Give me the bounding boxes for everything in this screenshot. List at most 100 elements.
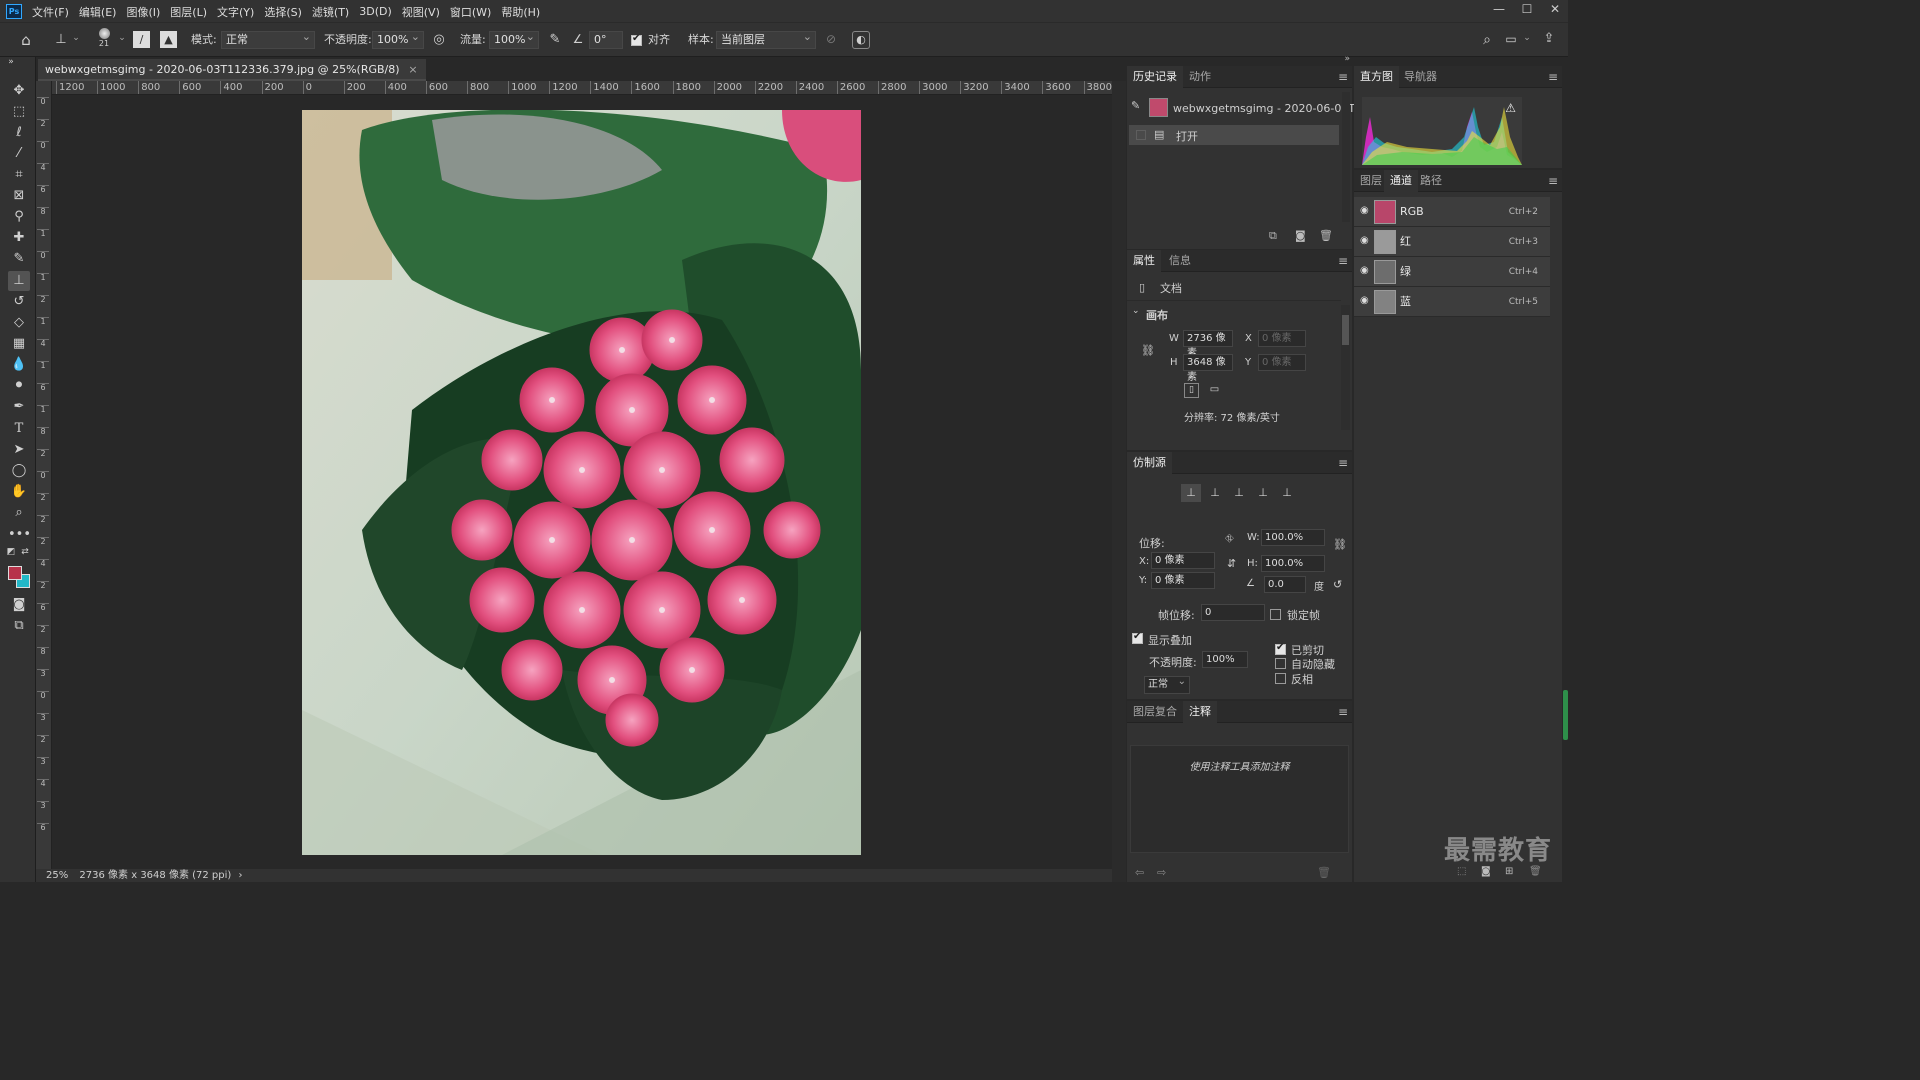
collapse-section-icon[interactable]: ⌄ xyxy=(1132,306,1140,316)
tab-paths[interactable]: 路径 xyxy=(1414,170,1448,192)
delete-channel-icon[interactable]: 🗑 xyxy=(1529,866,1542,877)
menu-image[interactable]: 图像(I) xyxy=(126,4,160,20)
crop-tool-icon[interactable]: ⌗ xyxy=(8,165,30,185)
auto-hide-checkbox[interactable] xyxy=(1275,658,1286,669)
menu-layer[interactable]: 图层(L) xyxy=(170,4,207,20)
sample-select[interactable]: 当前图层 xyxy=(716,29,816,49)
history-state-checkbox[interactable] xyxy=(1136,130,1146,140)
tab-properties[interactable]: 属性 xyxy=(1127,250,1161,272)
document-tab[interactable]: webwxgetmsgimg - 2020-06-03T112336.379.j… xyxy=(38,59,426,81)
menu-edit[interactable]: 编辑(E) xyxy=(79,4,117,20)
menu-filter[interactable]: 滤镜(T) xyxy=(312,4,349,20)
mode-select[interactable]: 正常 xyxy=(221,29,315,49)
channel-row-rgb[interactable]: ◉ RGB Ctrl+2 xyxy=(1354,197,1550,227)
load-selection-icon[interactable]: ⬚ xyxy=(1457,866,1466,877)
history-snapshot-name[interactable]: webwxgetmsgimg - 2020-06-03T... xyxy=(1173,102,1364,115)
horizontal-ruler[interactable]: 1200 1000 800 600 400 200 0 200 400 600 800 1000 120… xyxy=(52,81,1112,95)
hand-tool-icon[interactable]: ✋ xyxy=(8,482,30,502)
menu-file[interactable]: 文件(F) xyxy=(32,4,69,20)
aligned-checkbox[interactable] xyxy=(631,33,642,46)
path-selection-tool-icon[interactable]: ➤ xyxy=(8,440,30,460)
panel-menu-icon[interactable]: ≡ xyxy=(1338,66,1348,88)
offset-x-input[interactable]: 0 像素 xyxy=(1151,552,1215,569)
tab-history[interactable]: 历史记录 xyxy=(1127,66,1183,88)
channel-row-blue[interactable]: ◉ 蓝 Ctrl+5 xyxy=(1354,287,1550,317)
panel-menu-icon[interactable]: ≡ xyxy=(1338,452,1348,474)
clone-source-1-icon[interactable]: ⊥ xyxy=(1181,484,1201,502)
tab-histogram[interactable]: 直方图 xyxy=(1354,66,1399,88)
tab-notes[interactable]: 注释 xyxy=(1183,701,1217,723)
canvas-area[interactable] xyxy=(52,96,1112,870)
status-menu-arrow[interactable]: › xyxy=(239,870,243,881)
healing-brush-tool-icon[interactable]: ✚ xyxy=(8,228,30,248)
brush-preview-icon[interactable]: 21 xyxy=(96,27,112,49)
menu-3d[interactable]: 3D(D) xyxy=(359,5,392,18)
channel-row-red[interactable]: ◉ 红 Ctrl+3 xyxy=(1354,227,1550,257)
reset-rotation-icon[interactable]: ↺ xyxy=(1333,578,1342,591)
rotation-input[interactable]: 0.0 xyxy=(1264,576,1306,593)
history-brush-source-icon[interactable]: ✎ xyxy=(1131,99,1140,112)
visibility-eye-icon[interactable]: ◉ xyxy=(1360,205,1369,216)
link-icon[interactable]: ⛓ xyxy=(1141,344,1155,357)
clone-stamp-tool-icon[interactable]: ⊥ xyxy=(8,271,30,291)
brush-chevron-icon[interactable]: ⌄ xyxy=(117,33,127,43)
panel-menu-icon[interactable]: ≡ xyxy=(1338,250,1348,272)
notes-area[interactable]: 使用注释工具添加注释 xyxy=(1130,745,1349,853)
menu-select[interactable]: 选择(S) xyxy=(264,4,302,20)
close-button[interactable]: ✕ xyxy=(1542,0,1568,20)
warning-icon[interactable]: ⚠ xyxy=(1505,101,1516,115)
canvas-x-input[interactable]: 0 像素 xyxy=(1258,330,1306,347)
canvas-vertical-scrollbar[interactable] xyxy=(1112,81,1126,882)
link-scale-icon[interactable]: ⛓ xyxy=(1333,538,1347,551)
foreground-color-swatch[interactable] xyxy=(8,566,22,580)
scale-h-input[interactable]: 100.0% xyxy=(1261,555,1325,572)
angle-input[interactable]: 0° xyxy=(589,31,623,49)
zoom-tool-icon[interactable]: ⌕ xyxy=(8,503,30,523)
next-note-icon[interactable]: ⇨ xyxy=(1157,866,1166,879)
reset-transform-icon[interactable]: ⛗ xyxy=(1225,532,1234,546)
opacity-input[interactable]: 100% xyxy=(372,29,424,49)
tab-clone-source[interactable]: 仿制源 xyxy=(1127,452,1172,474)
visibility-eye-icon[interactable]: ◉ xyxy=(1360,235,1369,246)
move-tool-icon[interactable]: ✥ xyxy=(8,81,30,101)
landscape-orientation-icon[interactable]: ▭ xyxy=(1207,383,1222,398)
clone-source-4-icon[interactable]: ⊥ xyxy=(1253,484,1273,502)
pressure-opacity-icon[interactable]: ◎ xyxy=(430,32,448,47)
gradient-tool-icon[interactable]: ▦ xyxy=(8,334,30,354)
panel-menu-icon[interactable]: ≡ xyxy=(1548,66,1558,88)
history-scrollbar[interactable] xyxy=(1342,92,1350,222)
quick-mask-icon[interactable]: ◙ xyxy=(8,595,30,615)
previous-note-icon[interactable]: ⇦ xyxy=(1135,866,1144,879)
zoom-level[interactable]: 25% xyxy=(46,870,68,881)
scrollbar-thumb[interactable] xyxy=(1342,315,1349,345)
ignore-adjustment-icon[interactable]: ⊘ xyxy=(823,32,839,46)
frame-offset-input[interactable]: 0 xyxy=(1201,604,1265,621)
pen-tool-icon[interactable]: ✒ xyxy=(8,397,30,417)
clone-source-3-icon[interactable]: ⊥ xyxy=(1229,484,1249,502)
clone-source-5-icon[interactable]: ⊥ xyxy=(1277,484,1297,502)
blur-tool-icon[interactable]: 💧 xyxy=(8,355,30,375)
dodge-tool-icon[interactable]: ⚫ xyxy=(8,376,30,396)
new-channel-icon[interactable]: ⊞ xyxy=(1505,866,1513,877)
lock-frame-checkbox[interactable] xyxy=(1270,609,1281,620)
lasso-tool-icon[interactable]: ℓ xyxy=(8,123,30,143)
visibility-eye-icon[interactable]: ◉ xyxy=(1360,295,1369,306)
history-brush-tool-icon[interactable]: ↺ xyxy=(8,292,30,312)
maximize-button[interactable]: ☐ xyxy=(1514,0,1540,20)
side-slider-handle[interactable] xyxy=(1563,690,1568,740)
brush-settings-icon[interactable]: ∕ xyxy=(133,31,150,48)
tab-layer-comps[interactable]: 图层复合 xyxy=(1127,701,1183,723)
collapse-toolbar-icon[interactable]: » xyxy=(4,57,18,67)
show-overlay-checkbox[interactable] xyxy=(1132,631,1143,644)
channel-row-green[interactable]: ◉ 绿 Ctrl+4 xyxy=(1354,257,1550,287)
close-tab-icon[interactable]: × xyxy=(408,59,417,81)
eraser-tool-icon[interactable]: ◇ xyxy=(8,313,30,333)
marquee-tool-icon[interactable]: ⬚ xyxy=(8,102,30,122)
frame-tool-icon[interactable]: ⊠ xyxy=(8,186,30,206)
vertical-ruler[interactable]: 0204681012141618202224262830323436 xyxy=(36,81,52,870)
offset-y-input[interactable]: 0 像素 xyxy=(1151,572,1215,589)
visibility-eye-icon[interactable]: ◉ xyxy=(1360,265,1369,276)
tab-navigator[interactable]: 导航器 xyxy=(1398,66,1443,88)
clipped-checkbox[interactable] xyxy=(1275,642,1286,655)
flow-input[interactable]: 100% xyxy=(489,29,539,49)
